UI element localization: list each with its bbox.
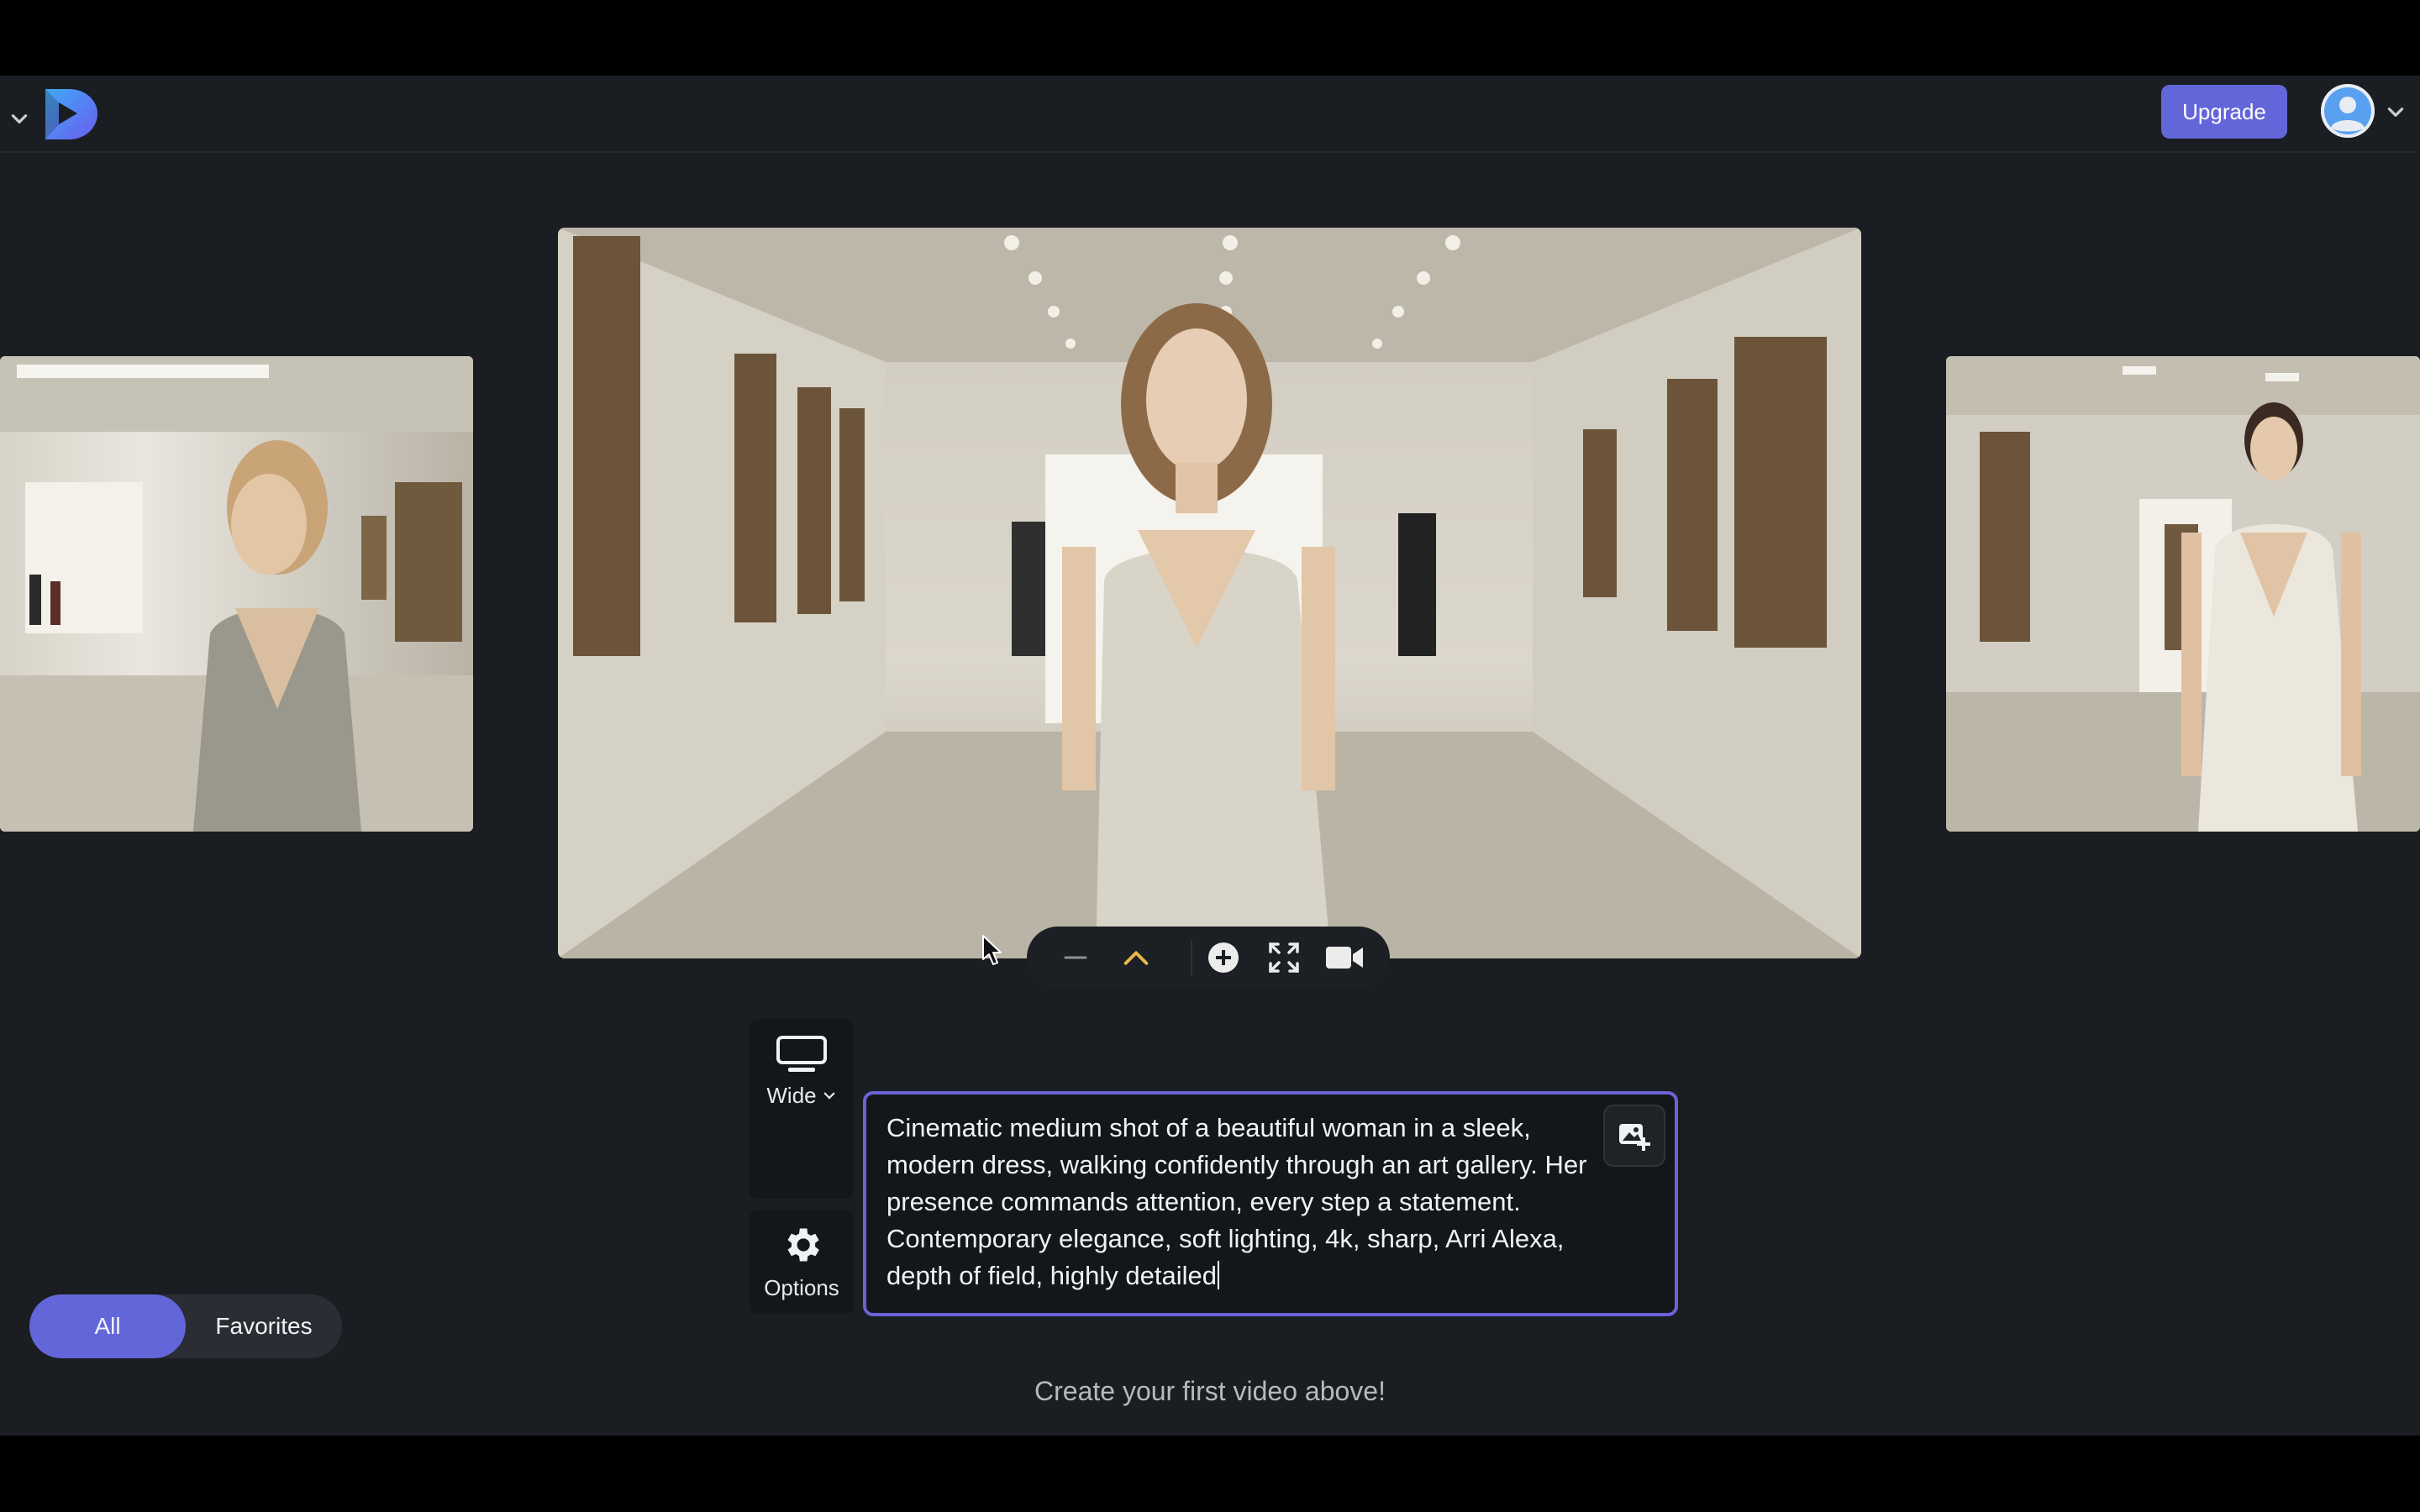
player-controls	[1027, 927, 1390, 989]
options-button[interactable]: Options	[750, 1210, 854, 1314]
add-image-button[interactable]	[1603, 1105, 1665, 1167]
chevron-up-icon[interactable]	[1116, 937, 1156, 978]
text-caret	[1217, 1261, 1219, 1289]
top-bar: Upgrade	[0, 76, 2420, 153]
video-thumbnail-next[interactable]	[1946, 356, 2420, 832]
avatar[interactable]	[2321, 84, 2375, 138]
options-label: Options	[764, 1274, 839, 1300]
video-thumbnail-previous[interactable]	[0, 356, 473, 832]
app-window: Upgrade Wide Options Cinematic medium sh…	[0, 76, 2420, 1436]
tab-all[interactable]: All	[29, 1294, 186, 1358]
chevron-down-icon	[823, 1092, 834, 1100]
tab-favorites[interactable]: Favorites	[186, 1294, 342, 1358]
aspect-ratio-label: Wide	[766, 1082, 817, 1108]
prompt-text[interactable]: Cinematic medium shot of a beautiful wom…	[886, 1110, 1609, 1294]
expand-icon[interactable]	[1264, 937, 1304, 978]
mouse-cursor-icon	[982, 935, 1002, 965]
video-preview-main[interactable]	[558, 228, 1861, 958]
filter-tabs: All Favorites	[29, 1294, 342, 1358]
monitor-icon	[776, 1035, 827, 1072]
upgrade-button[interactable]: Upgrade	[2161, 85, 2287, 139]
user-icon	[2321, 84, 2375, 138]
image-add-icon	[1619, 1124, 1650, 1151]
aspect-ratio-button[interactable]: Wide	[750, 1019, 854, 1199]
chevron-down-icon[interactable]	[8, 108, 30, 129]
plus-circle-icon[interactable]	[1203, 937, 1244, 978]
divider	[1191, 940, 1192, 975]
app-logo[interactable]	[40, 82, 103, 144]
empty-state-message: Create your first video above!	[1034, 1376, 1386, 1406]
video-camera-icon[interactable]	[1324, 937, 1365, 978]
gear-icon	[787, 1228, 819, 1261]
prompt-input[interactable]: Cinematic medium shot of a beautiful wom…	[863, 1091, 1678, 1316]
chevron-down-icon[interactable]	[2385, 101, 2407, 123]
minus-icon[interactable]	[1055, 937, 1096, 978]
